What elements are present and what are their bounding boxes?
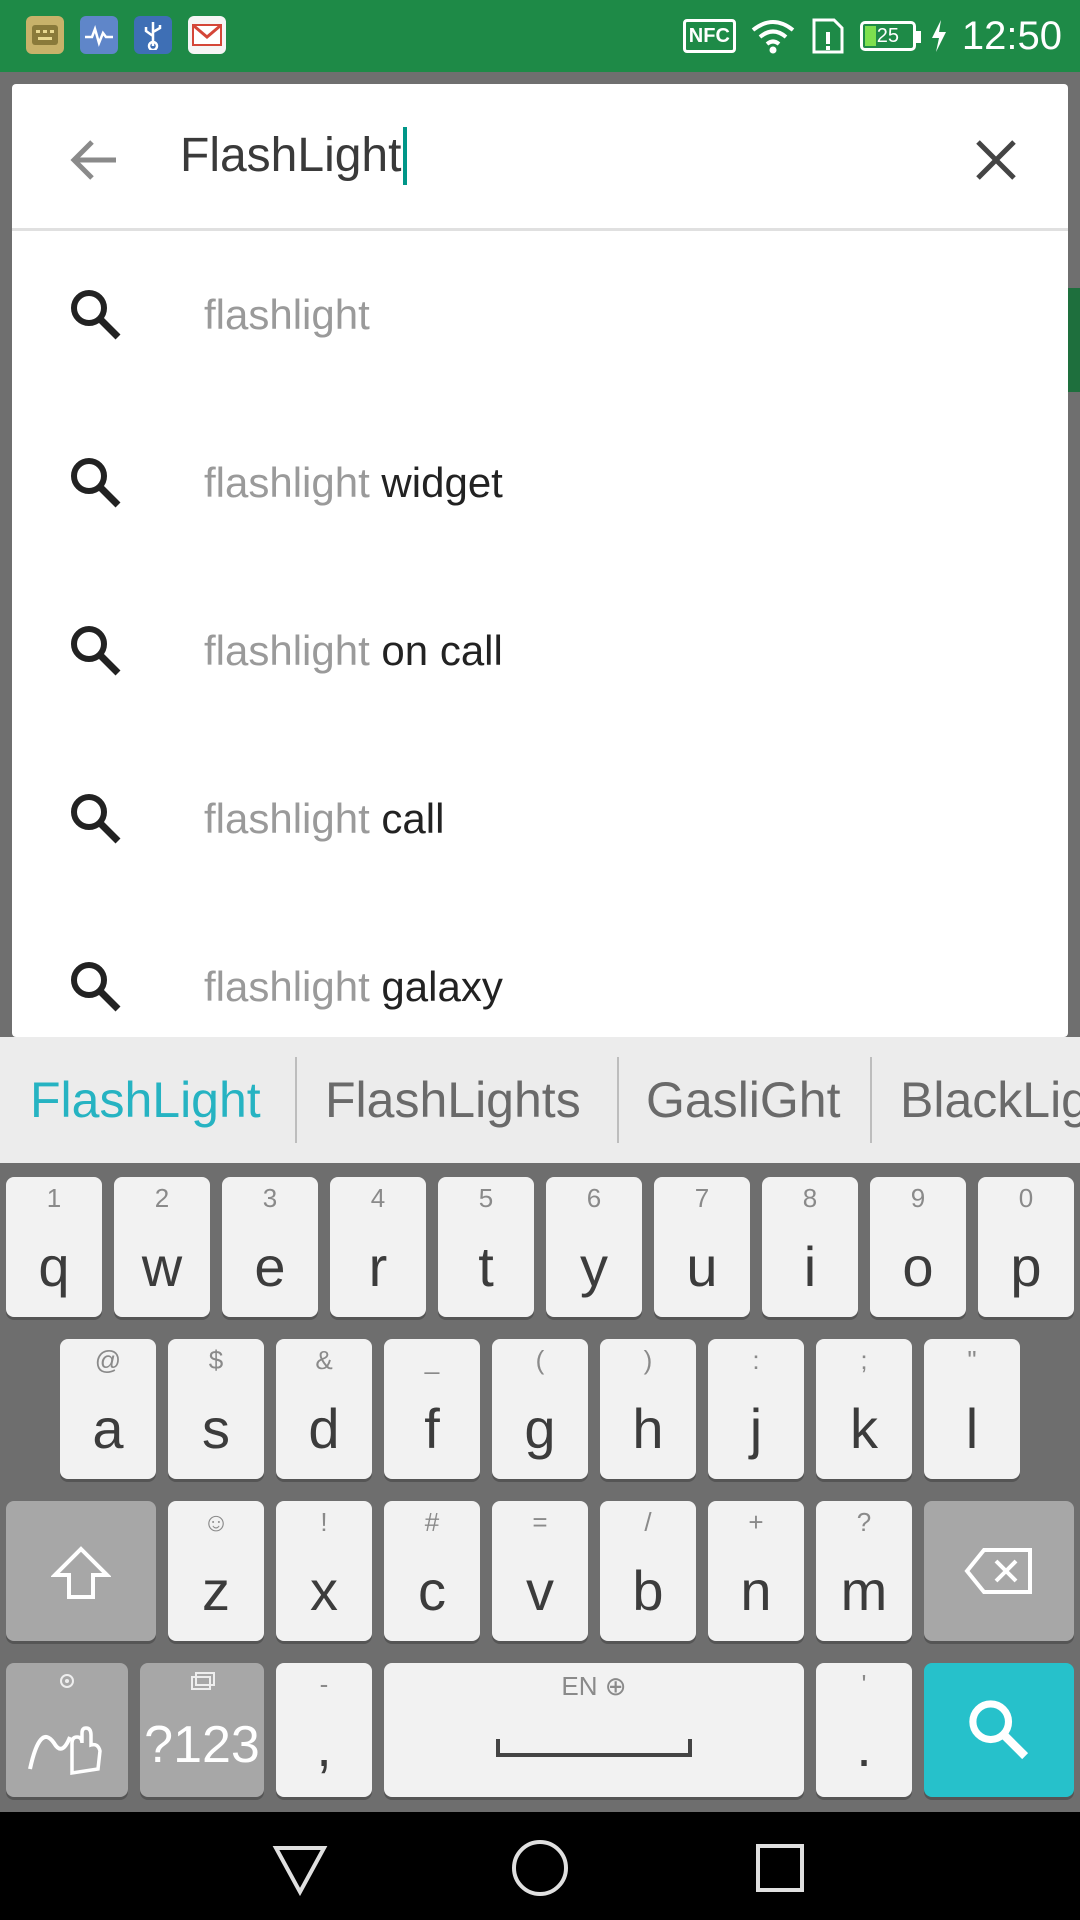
key-j[interactable]: :j: [708, 1339, 804, 1479]
suggestion-prefix: flashlight: [204, 627, 370, 674]
key-d[interactable]: & d: [276, 1339, 372, 1479]
battery-icon: 25: [859, 21, 921, 51]
suggestion-prefix: flashlight: [204, 459, 370, 506]
search-icon: [969, 1700, 1029, 1760]
shift-arrow-icon: [51, 1546, 111, 1599]
suggestion-item[interactable]: flashlight widget: [12, 399, 1068, 567]
suggestion-suffix: galaxy: [369, 963, 503, 1010]
key-p[interactable]: 0p: [978, 1177, 1074, 1317]
key-o[interactable]: 9o: [870, 1177, 966, 1317]
keyboard-candidate-bar: FlashLight FlashLights GasliGht BlackLig: [0, 1037, 1080, 1163]
space-key[interactable]: EN ⊕: [384, 1663, 804, 1797]
key-l[interactable]: " l: [924, 1339, 1020, 1479]
period-key[interactable]: '.: [816, 1663, 912, 1797]
search-icon: [71, 794, 121, 844]
health-notif-icon: [80, 16, 118, 54]
key-f[interactable]: _ f: [384, 1339, 480, 1479]
suggestion-suffix: on call: [369, 627, 503, 674]
suggestion-item[interactable]: flashlight call: [12, 735, 1068, 903]
key-k[interactable]: ; k: [816, 1339, 912, 1479]
handwriting-key[interactable]: [6, 1663, 128, 1797]
suggestion-item[interactable]: flashlight: [12, 231, 1068, 399]
sim-icon: [812, 18, 844, 54]
search-query-text: FlashLight: [180, 129, 402, 182]
search-icon: [71, 458, 121, 508]
key-w[interactable]: 2w: [114, 1177, 210, 1317]
spacebar-icon: [496, 1739, 692, 1757]
search-panel: FlashLight flashlight flashlight widget …: [12, 84, 1068, 1037]
soft-keyboard: 1q 2w 3e 4r 5t 6y 7u 8i 9o 0p @ a $ s & d _…: [0, 1163, 1080, 1812]
search-icon: [71, 290, 121, 340]
suggestion-prefix: flashlight: [204, 291, 370, 338]
candidate-word[interactable]: BlackLig: [900, 1037, 1080, 1163]
suggestion-list: flashlight flashlight widget flashlight …: [12, 231, 1068, 1037]
comma-key[interactable]: -,: [276, 1663, 372, 1797]
nfc-icon: NFC: [682, 19, 736, 53]
key-n[interactable]: + n: [708, 1501, 804, 1641]
key-u[interactable]: 7u: [654, 1177, 750, 1317]
candidate-word[interactable]: FlashLights: [325, 1037, 581, 1163]
close-icon[interactable]: [964, 128, 1028, 192]
wifi-icon: [751, 20, 795, 54]
search-icon: [71, 626, 121, 676]
globe-icon: ⊕: [604, 1671, 627, 1701]
home-circle-icon[interactable]: [508, 1836, 572, 1900]
charging-icon: [931, 20, 946, 52]
suggestion-suffix: widget: [369, 459, 503, 506]
key-m[interactable]: ? m: [816, 1501, 912, 1641]
battery-level: 25: [876, 25, 900, 47]
candidate-word[interactable]: GasliGht: [646, 1037, 841, 1163]
key-z[interactable]: ☺ z: [168, 1501, 264, 1641]
search-action-key[interactable]: [924, 1663, 1074, 1797]
text-caret: [403, 127, 408, 185]
system-navigation-bar: [0, 1812, 1080, 1920]
key-v[interactable]: = v: [492, 1501, 588, 1641]
key-s[interactable]: $ s: [168, 1339, 264, 1479]
key-g[interactable]: (g: [492, 1339, 588, 1479]
backspace-key[interactable]: [924, 1501, 1074, 1641]
search-input[interactable]: FlashLight: [180, 126, 408, 186]
key-q[interactable]: 1q: [6, 1177, 102, 1317]
key-t[interactable]: 5t: [438, 1177, 534, 1317]
handwriting-gesture-icon: [28, 1726, 102, 1776]
search-icon: [71, 962, 121, 1012]
key-h[interactable]: ) h: [600, 1339, 696, 1479]
search-bar: FlashLight: [12, 84, 1068, 231]
key-a[interactable]: @ a: [60, 1339, 156, 1479]
gmail-icon: [188, 16, 226, 54]
usb-icon: [134, 16, 172, 54]
candidate-divider: [617, 1057, 619, 1143]
key-e[interactable]: 3e: [222, 1177, 318, 1317]
suggestion-prefix: flashlight: [204, 963, 370, 1010]
back-triangle-icon[interactable]: [268, 1836, 332, 1900]
key-y[interactable]: 6y: [546, 1177, 642, 1317]
key-i[interactable]: 8i: [762, 1177, 858, 1317]
key-x[interactable]: ! x: [276, 1501, 372, 1641]
key-c[interactable]: # c: [384, 1501, 480, 1641]
notification-icons: [26, 16, 226, 54]
suggestion-item[interactable]: flashlight galaxy: [12, 903, 1068, 1037]
settings-small-icon: [60, 1674, 74, 1688]
key-r[interactable]: 4r: [330, 1177, 426, 1317]
candidate-word[interactable]: FlashLight: [30, 1037, 261, 1163]
shift-key[interactable]: [6, 1501, 156, 1641]
arrow-left-icon[interactable]: [62, 128, 126, 192]
recents-square-icon[interactable]: [748, 1836, 812, 1900]
clock: 12:50: [961, 13, 1062, 58]
clipboard-small-icon: [191, 1672, 215, 1690]
candidate-divider: [870, 1057, 872, 1143]
keyboard-notif-icon: [26, 16, 64, 54]
backspace-icon: [964, 1548, 1032, 1594]
space-language-label: EN ⊕: [561, 1671, 627, 1701]
status-bar: NFC 25 12:50: [0, 0, 1080, 72]
suggestion-suffix: call: [369, 795, 445, 842]
key-b[interactable]: / b: [600, 1501, 696, 1641]
candidate-divider: [295, 1057, 297, 1143]
suggestion-item[interactable]: flashlight on call: [12, 567, 1068, 735]
symbols-key[interactable]: ?123: [140, 1663, 264, 1797]
suggestion-prefix: flashlight: [204, 795, 370, 842]
system-icons: NFC 25 12:50: [682, 12, 1062, 60]
symbols-label: ?123: [144, 1716, 260, 1774]
